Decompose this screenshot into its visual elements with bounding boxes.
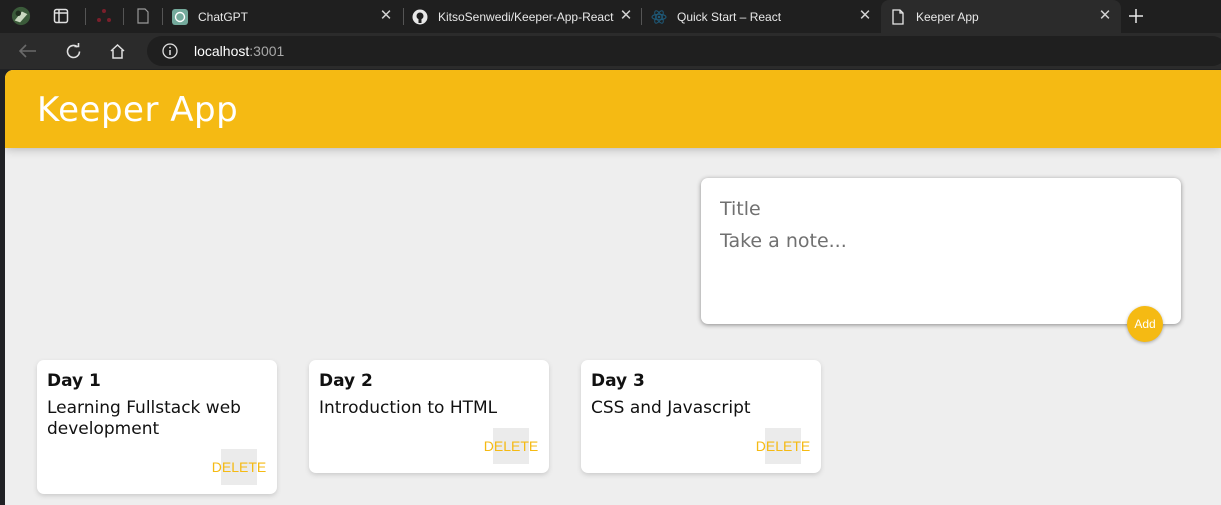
tab-separator [123, 8, 124, 25]
app-header: Keeper App [5, 70, 1221, 148]
note-card: Day 3 CSS and Javascript DELETE [581, 360, 821, 473]
tab-react-docs[interactable]: Quick Start – React ✕ [651, 0, 881, 33]
browser-toolbar: localhost:3001 [0, 33, 1221, 69]
page-icon [890, 8, 906, 25]
tab-keeper-app[interactable]: Keeper App ✕ [881, 0, 1121, 33]
tab-github[interactable]: KitsoSenwedi/Keeper-App-React ✕ [412, 0, 642, 33]
note-title: Day 2 [319, 371, 373, 391]
tab-label: KitsoSenwedi/Keeper-App-React [438, 9, 614, 24]
address-bar[interactable]: localhost:3001 [147, 36, 1221, 66]
tab-chatgpt[interactable]: ChatGPT ✕ [172, 0, 402, 33]
delete-note-button[interactable]: DELETE [212, 449, 266, 485]
pinned-tab-triangle-icon[interactable] [94, 6, 114, 26]
note-content: CSS and Javascript [591, 398, 751, 418]
tab-actions-icon[interactable] [51, 6, 71, 26]
react-icon [651, 9, 667, 25]
note-title: Day 3 [591, 371, 645, 391]
url-text: localhost:3001 [194, 43, 284, 59]
reload-icon[interactable] [62, 40, 84, 62]
url-host: localhost [194, 43, 250, 59]
tab-separator [403, 8, 404, 25]
note-title-input[interactable] [720, 198, 1160, 220]
note-title: Day 1 [47, 371, 101, 391]
note-content: Learning Fullstack web development [47, 398, 241, 439]
close-tab-icon[interactable]: ✕ [618, 8, 634, 24]
back-icon[interactable] [17, 40, 39, 62]
new-tab-icon[interactable] [1126, 6, 1146, 26]
note-content: Introduction to HTML [319, 398, 498, 418]
tab-label: ChatGPT [198, 9, 249, 24]
github-icon [412, 9, 428, 25]
delete-note-button[interactable]: DELETE [756, 428, 810, 464]
delete-note-button[interactable]: DELETE [484, 428, 538, 464]
close-tab-icon[interactable]: ✕ [378, 8, 394, 24]
profile-avatar-icon[interactable] [11, 6, 31, 26]
browser-tab-strip: ChatGPT ✕ KitsoSenwedi/Keeper-App-React … [0, 0, 1221, 33]
tab-separator [162, 8, 163, 25]
app-title: Keeper App [37, 90, 239, 130]
close-tab-icon[interactable]: ✕ [1097, 8, 1113, 24]
tab-label: Keeper App [916, 9, 979, 24]
tab-separator [641, 8, 642, 25]
pinned-tab-page-icon[interactable] [133, 6, 153, 26]
home-icon[interactable] [106, 40, 128, 62]
tab-label: Quick Start – React [677, 9, 782, 24]
tab-separator [85, 8, 86, 25]
note-card: Day 2 Introduction to HTML DELETE [309, 360, 549, 473]
page-viewport: Keeper App Add Day 1 Learning Fullstack … [5, 70, 1221, 505]
add-note-button[interactable]: Add [1127, 306, 1163, 342]
note-content-input[interactable] [720, 230, 1160, 300]
url-port: :3001 [249, 43, 285, 59]
close-tab-icon[interactable]: ✕ [857, 8, 873, 24]
site-info-icon[interactable] [162, 43, 178, 59]
create-note-form [701, 178, 1181, 324]
chatgpt-icon [172, 8, 188, 25]
note-card: Day 1 Learning Fullstack web development… [37, 360, 277, 494]
